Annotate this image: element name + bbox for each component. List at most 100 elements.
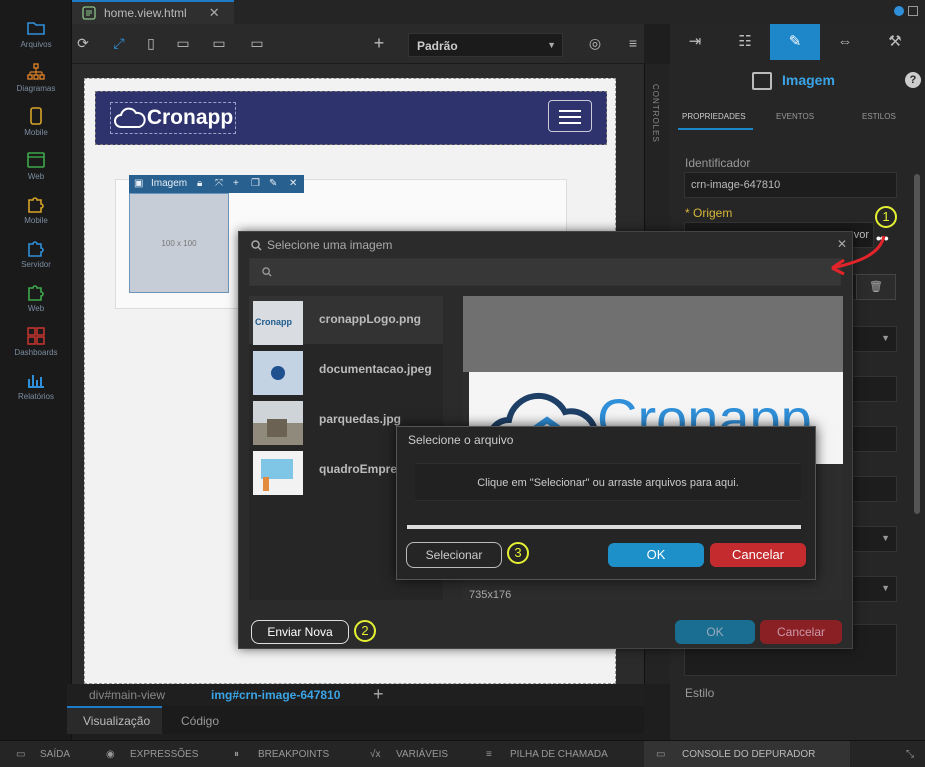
- breadcrumb: div#main-view img#crn-image-647810 +: [67, 684, 644, 706]
- help-icon[interactable]: [894, 6, 904, 16]
- mobile-icon: [30, 107, 42, 125]
- navbar-component[interactable]: Cronapp: [95, 91, 607, 145]
- expand-icon[interactable]: ⤢: [110, 34, 128, 52]
- status-variaveis[interactable]: VARIÁVEIS: [396, 749, 448, 760]
- status-expressoes[interactable]: EXPRESSÕES: [130, 749, 198, 760]
- logo-text: Cronapp: [146, 106, 234, 129]
- image-component-placeholder[interactable]: 100 x 100: [129, 193, 229, 293]
- database-icon[interactable]: ≡: [624, 34, 642, 52]
- viewport-select-value: Padrão: [417, 39, 458, 53]
- close-icon[interactable]: ✕: [209, 5, 220, 21]
- puzzle-icon: [28, 241, 44, 257]
- tab-propriedades[interactable]: PROPRIEDADES: [682, 112, 746, 121]
- sidebar-item-arquivos[interactable]: Arquivos: [0, 18, 72, 49]
- file-tab[interactable]: home.view.html ✕: [72, 0, 234, 24]
- file-name: quadroEmpre: [319, 462, 398, 476]
- sidebar-item-label: Web: [27, 304, 45, 313]
- sidebar-item-dashboards[interactable]: Dashboards: [0, 326, 72, 357]
- panel-scrollbar[interactable]: [914, 174, 920, 514]
- breadcrumb-current[interactable]: img#crn-image-647810: [211, 688, 340, 702]
- tab-visualizacao-label: Visualização: [83, 714, 151, 728]
- login-icon[interactable]: ⇥: [670, 24, 720, 60]
- sidebar-item-diagramas[interactable]: Diagramas: [0, 62, 72, 93]
- status-saida[interactable]: SAÍDA: [40, 749, 70, 760]
- image-dialog-ok-button[interactable]: OK: [675, 620, 755, 644]
- puzzle-icon: [28, 197, 44, 213]
- file-drop-zone[interactable]: Clique em "Selecionar" ou arraste arquiv…: [415, 463, 801, 501]
- visibility-icon[interactable]: ◎: [586, 34, 604, 52]
- selecionar-button[interactable]: Selecionar: [406, 542, 502, 568]
- search-icon: [262, 267, 272, 277]
- tab-codigo[interactable]: Código: [167, 706, 237, 734]
- sidebar-item-servidor[interactable]: Servidor: [0, 238, 72, 269]
- enviar-nova-button[interactable]: Enviar Nova: [251, 620, 349, 644]
- large-desktop-view-icon[interactable]: ▭: [248, 34, 266, 52]
- thumbnail: [253, 401, 303, 445]
- minimize-panel-icon[interactable]: [908, 6, 918, 16]
- help-icon[interactable]: ?: [905, 72, 921, 88]
- add-icon[interactable]: +: [370, 34, 388, 52]
- html-file-icon: [82, 6, 96, 20]
- pencil-icon[interactable]: ✎: [770, 24, 820, 60]
- origem-label: * Origem: [685, 206, 733, 220]
- caret-down-icon: ▼: [881, 333, 890, 343]
- designer-toolbar: ⟳ ⤢ ▯ ▭ ▭ ▭ + Padrão ▼ ◎ ≡: [72, 24, 644, 64]
- image-component-label: Imagem: [151, 178, 188, 189]
- navbar-logo[interactable]: Cronapp: [110, 102, 236, 134]
- add-icon[interactable]: +: [233, 175, 239, 193]
- dialog-title: Selecione o arquivo: [408, 433, 514, 447]
- swap-icon[interactable]: ⇔: [820, 24, 870, 60]
- list-item[interactable]: documentacao.jpeg: [249, 346, 443, 395]
- status-console: CONSOLE DO DEPURADOR: [682, 749, 816, 760]
- refresh-icon[interactable]: ⟳: [74, 34, 92, 52]
- add-icon[interactable]: +: [373, 684, 384, 705]
- navbar-toggle-button[interactable]: [548, 100, 592, 132]
- sidebar-item-label: Mobile: [24, 128, 48, 137]
- dashboard-icon: [27, 327, 45, 345]
- sidebar-item-label: Servidor: [21, 260, 51, 269]
- copy-icon[interactable]: ❐: [251, 175, 260, 193]
- breadcrumb-parent[interactable]: div#main-view: [89, 688, 165, 702]
- dialog-title: Selecione uma imagem: [267, 238, 393, 252]
- sidebar-item-web-blocks[interactable]: Web: [0, 282, 72, 313]
- delete-icon[interactable]: ✕: [289, 175, 297, 193]
- identificador-input[interactable]: crn-image-647810: [684, 172, 897, 198]
- list-item[interactable]: Cronapp cronappLogo.png: [249, 296, 443, 345]
- status-bar: ▭ SAÍDA ◉ EXPRESSÕES ⏸︎ BREAKPOINTS √x V…: [0, 740, 925, 767]
- thumbnail-logo: Cronapp: [255, 317, 292, 327]
- tools-icon[interactable]: ⚒: [870, 24, 920, 60]
- edit-icon[interactable]: ✎: [269, 175, 277, 193]
- status-console-tab[interactable]: ▭ CONSOLE DO DEPURADOR: [644, 741, 850, 767]
- ide-window: Arquivos Diagramas Mobile Web Mobile Ser…: [0, 0, 925, 767]
- search-icon: [251, 238, 262, 256]
- editor-tab-bar: home.view.html ✕: [72, 0, 925, 24]
- active-tab-indicator: [678, 128, 753, 130]
- sidebar-item-mobile-blocks[interactable]: Mobile: [0, 194, 72, 225]
- desktop-view-icon[interactable]: ▭: [210, 34, 228, 52]
- tab-estilos[interactable]: ESTILOS: [862, 112, 896, 121]
- tablet-view-icon[interactable]: ▭: [174, 34, 192, 52]
- lock-icon[interactable]: 🔒︎: [197, 175, 202, 193]
- sidebar-item-label: Relatórios: [17, 392, 54, 401]
- tree-icon[interactable]: ☷: [720, 24, 770, 60]
- collapse-icon[interactable]: ⤡: [906, 749, 914, 760]
- status-breakpoints[interactable]: BREAKPOINTS: [258, 749, 329, 760]
- resize-icon[interactable]: ⤧: [215, 175, 223, 193]
- annotation-marker-1: 1: [875, 206, 897, 228]
- image-dialog-cancel-button[interactable]: Cancelar: [760, 620, 842, 644]
- sidebar-item-mobile[interactable]: Mobile: [0, 106, 72, 137]
- file-name: documentacao.jpeg: [319, 362, 432, 376]
- controls-label: CONTROLES: [651, 84, 660, 143]
- phone-view-icon[interactable]: ▯: [142, 34, 160, 52]
- sidebar-item-web[interactable]: Web: [0, 150, 72, 181]
- tab-visualizacao[interactable]: Visualização: [67, 706, 162, 734]
- tab-eventos[interactable]: EVENTOS: [776, 112, 814, 121]
- preview-background: [463, 296, 843, 372]
- status-pilha[interactable]: PILHA DE CHAMADA: [510, 749, 608, 760]
- upload-cancel-button[interactable]: Cancelar: [710, 543, 806, 567]
- image-search-input[interactable]: [249, 258, 841, 286]
- viewport-select[interactable]: Padrão ▼: [408, 33, 563, 57]
- upload-ok-button[interactable]: OK: [608, 543, 704, 567]
- image-component-toolbar: ▣ Imagem 🔒︎ ⤧ + ❐ ✎ ✕: [129, 175, 304, 193]
- sidebar-item-relatorios[interactable]: Relatórios: [0, 370, 72, 401]
